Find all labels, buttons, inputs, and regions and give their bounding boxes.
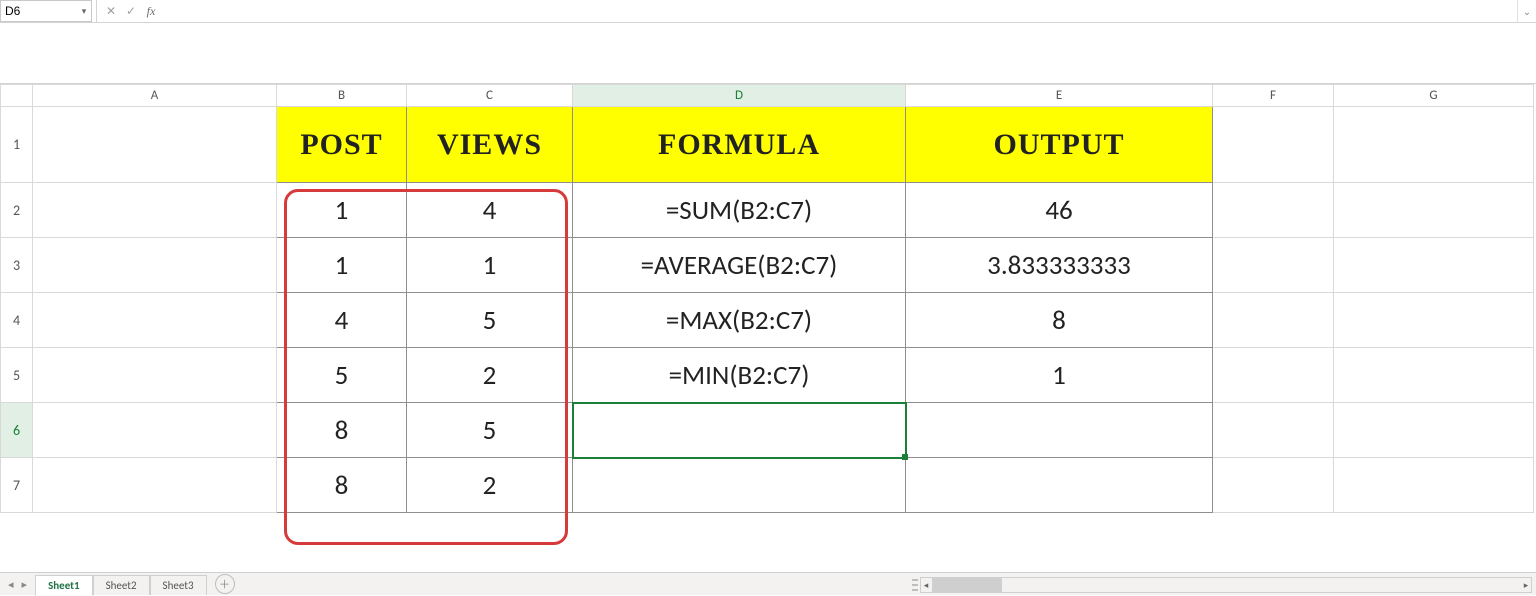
cell-E4[interactable]: 8 xyxy=(906,293,1213,348)
cell-A2[interactable] xyxy=(33,183,277,238)
horizontal-scrollbar[interactable]: ◂ ▸ xyxy=(920,577,1532,593)
tab-nav-last-icon[interactable]: ▸ xyxy=(22,578,28,591)
cell-E6[interactable] xyxy=(906,403,1213,458)
cell-A5[interactable] xyxy=(33,348,277,403)
cell-C7[interactable]: 2 xyxy=(407,458,573,513)
cell-B5[interactable]: 5 xyxy=(277,348,407,403)
cell-E5[interactable]: 1 xyxy=(906,348,1213,403)
name-box-wrap: ▾ xyxy=(0,0,92,22)
row-header-7[interactable]: 7 xyxy=(1,458,33,513)
cell-B1[interactable]: POST xyxy=(277,107,407,183)
cell-F5[interactable] xyxy=(1213,348,1334,403)
col-header-E[interactable]: E xyxy=(906,85,1213,107)
cell-A1[interactable] xyxy=(33,107,277,183)
cell-C6[interactable]: 5 xyxy=(407,403,573,458)
cell-A3[interactable] xyxy=(33,238,277,293)
cell-A7[interactable] xyxy=(33,458,277,513)
cell-G2[interactable] xyxy=(1334,183,1534,238)
row-header-2[interactable]: 2 xyxy=(1,183,33,238)
tab-scroll-grip[interactable] xyxy=(912,577,918,593)
accept-formula-button[interactable]: ✓ xyxy=(121,0,141,22)
col-header-B[interactable]: B xyxy=(277,85,407,107)
cell-D6[interactable] xyxy=(573,403,906,458)
cell-C1[interactable]: VIEWS xyxy=(407,107,573,183)
col-header-C[interactable]: C xyxy=(407,85,573,107)
tab-nav: ◂ ▸ xyxy=(0,578,35,591)
cancel-formula-button[interactable]: ✕ xyxy=(101,0,121,22)
cell-E7[interactable] xyxy=(906,458,1213,513)
name-box[interactable] xyxy=(1,2,77,20)
cell-D3[interactable]: =AVERAGE(B2:C7) xyxy=(573,238,906,293)
cell-C2[interactable]: 4 xyxy=(407,183,573,238)
sheet-tab-1[interactable]: Sheet1 xyxy=(35,575,93,596)
col-header-F[interactable]: F xyxy=(1213,85,1334,107)
cell-A6[interactable] xyxy=(33,403,277,458)
cell-G7[interactable] xyxy=(1334,458,1534,513)
row-header-4[interactable]: 4 xyxy=(1,293,33,348)
row-header-1[interactable]: 1 xyxy=(1,107,33,183)
cell-C4[interactable]: 5 xyxy=(407,293,573,348)
insert-function-button[interactable]: fx xyxy=(141,0,161,22)
cell-C5[interactable]: 2 xyxy=(407,348,573,403)
cell-F7[interactable] xyxy=(1213,458,1334,513)
cell-F2[interactable] xyxy=(1213,183,1334,238)
row-header-5[interactable]: 5 xyxy=(1,348,33,403)
cell-G3[interactable] xyxy=(1334,238,1534,293)
new-sheet-button[interactable]: ＋ xyxy=(215,574,235,594)
cell-D4[interactable]: =MAX(B2:C7) xyxy=(573,293,906,348)
cell-G6[interactable] xyxy=(1334,403,1534,458)
cell-G1[interactable] xyxy=(1334,107,1534,183)
cell-F3[interactable] xyxy=(1213,238,1334,293)
tab-nav-first-icon[interactable]: ◂ xyxy=(8,578,14,591)
formula-bar: ▾ ✕ ✓ fx ⌄ xyxy=(0,0,1536,23)
spreadsheet-grid: A B C D E F G 1 POST VIEWS FORMULA OUTPU… xyxy=(0,84,1536,513)
formula-input[interactable] xyxy=(161,0,1517,22)
col-header-A[interactable]: A xyxy=(33,85,277,107)
sheet-tab-3[interactable]: Sheet3 xyxy=(150,575,207,595)
row-header-6[interactable]: 6 xyxy=(1,403,33,458)
cell-B7[interactable]: 8 xyxy=(277,458,407,513)
select-all-corner[interactable] xyxy=(1,85,33,107)
col-header-D[interactable]: D xyxy=(573,85,906,107)
cell-D1[interactable]: FORMULA xyxy=(573,107,906,183)
cell-B3[interactable]: 1 xyxy=(277,238,407,293)
cell-E2[interactable]: 46 xyxy=(906,183,1213,238)
cell-E3[interactable]: 3.833333333 xyxy=(906,238,1213,293)
cell-G4[interactable] xyxy=(1334,293,1534,348)
cell-D7[interactable] xyxy=(573,458,906,513)
cell-E1[interactable]: OUTPUT xyxy=(906,107,1213,183)
cell-B2[interactable]: 1 xyxy=(277,183,407,238)
scroll-thumb[interactable] xyxy=(932,578,1002,592)
sheet-tab-2[interactable]: Sheet2 xyxy=(93,575,150,595)
cell-F1[interactable] xyxy=(1213,107,1334,183)
cell-F6[interactable] xyxy=(1213,403,1334,458)
name-box-dropdown[interactable]: ▾ xyxy=(77,2,91,20)
cell-F4[interactable] xyxy=(1213,293,1334,348)
scroll-right-icon[interactable]: ▸ xyxy=(1520,577,1532,593)
cell-C3[interactable]: 1 xyxy=(407,238,573,293)
scroll-left-icon[interactable]: ◂ xyxy=(920,577,932,593)
cell-D2[interactable]: =SUM(B2:C7) xyxy=(573,183,906,238)
row-header-3[interactable]: 3 xyxy=(1,238,33,293)
cell-B4[interactable]: 4 xyxy=(277,293,407,348)
col-header-G[interactable]: G xyxy=(1334,85,1534,107)
cell-G5[interactable] xyxy=(1334,348,1534,403)
cell-D5[interactable]: =MIN(B2:C7) xyxy=(573,348,906,403)
expand-formula-bar-button[interactable]: ⌄ xyxy=(1517,0,1536,22)
sheet-tab-bar: ◂ ▸ Sheet1 Sheet2 Sheet3 ＋ ◂ ▸ xyxy=(0,572,1536,595)
cell-A4[interactable] xyxy=(33,293,277,348)
cell-B6[interactable]: 8 xyxy=(277,403,407,458)
